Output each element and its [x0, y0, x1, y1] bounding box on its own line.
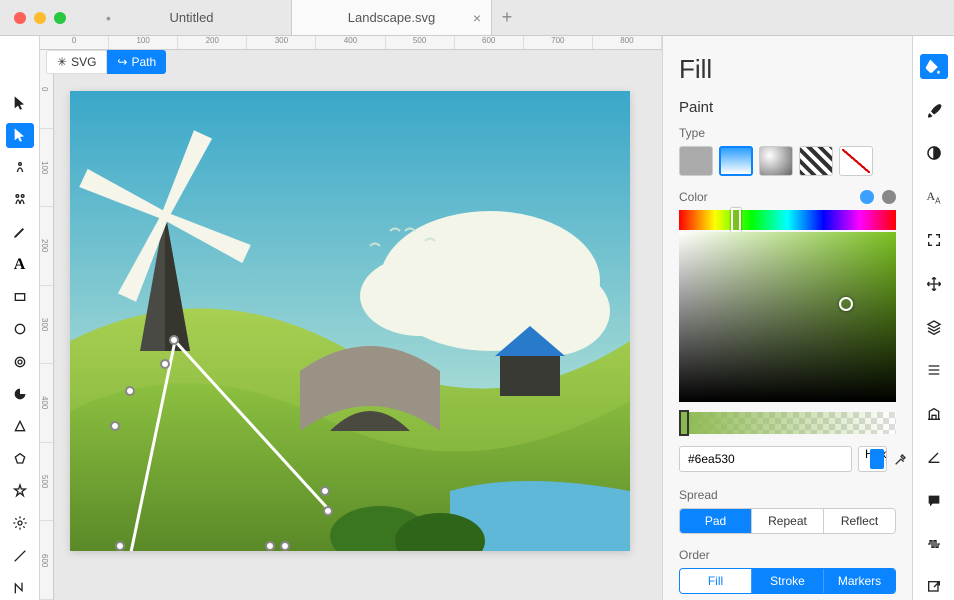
gear-tool[interactable]	[6, 511, 34, 535]
path-handle[interactable]	[169, 335, 179, 345]
tab-landscape[interactable]: Landscape.svg ×	[292, 0, 492, 35]
fill-type-flat[interactable]	[679, 146, 713, 176]
node-tool[interactable]	[6, 188, 34, 212]
panel-section: Paint	[679, 99, 896, 116]
pen-tool[interactable]	[6, 156, 34, 180]
titlebar: • Untitled Landscape.svg × +	[0, 0, 954, 36]
order-fill[interactable]: Fill	[680, 569, 752, 593]
alpha-cursor[interactable]	[679, 410, 689, 436]
fill-type-linear[interactable]	[719, 146, 753, 176]
fill-type-none[interactable]	[839, 146, 873, 176]
fill-panel: Fill Paint Type Color Hex	[662, 36, 912, 600]
sv-cursor[interactable]	[839, 297, 853, 311]
path-handle[interactable]	[280, 541, 290, 551]
path-handle[interactable]	[320, 486, 330, 496]
vertical-ruler: 0100200300400500600	[40, 50, 54, 600]
document-tabs: • Untitled Landscape.svg × +	[92, 0, 522, 35]
spread-label: Spread	[679, 488, 896, 502]
canvas-area[interactable]: 0100200300400500600700800 01002003004005…	[40, 36, 662, 600]
spread-segmented: Pad Repeat Reflect	[679, 508, 896, 534]
order-stroke[interactable]: Stroke	[752, 569, 824, 593]
landscape-artwork	[70, 91, 630, 551]
maximize-window-icon[interactable]	[54, 12, 66, 24]
fill-type-radial[interactable]	[759, 146, 793, 176]
path-tool[interactable]	[6, 576, 34, 600]
ring-tool[interactable]	[6, 350, 34, 374]
minimize-window-icon[interactable]	[34, 12, 46, 24]
close-window-icon[interactable]	[14, 12, 26, 24]
pie-tool[interactable]	[6, 382, 34, 406]
window-controls	[0, 12, 80, 24]
path-handle[interactable]	[125, 386, 135, 396]
library-icon[interactable]	[920, 401, 948, 426]
breadcrumb: ✳SVG ↪Path	[46, 50, 166, 74]
pencil-tool[interactable]	[6, 220, 34, 244]
right-toolbar: AA	[912, 36, 954, 600]
export-icon[interactable]	[920, 575, 948, 600]
crumb-svg[interactable]: ✳SVG	[46, 50, 107, 74]
wave-icon[interactable]	[920, 531, 948, 556]
hex-input[interactable]	[679, 446, 852, 472]
path-handle[interactable]	[110, 421, 120, 431]
eyedropper-icon[interactable]	[893, 446, 909, 472]
path-handle[interactable]	[160, 359, 170, 369]
color-label: Color	[679, 190, 708, 204]
typography-icon[interactable]: AA	[920, 184, 948, 209]
asterisk-icon: ✳	[57, 55, 67, 69]
angle-icon[interactable]	[920, 445, 948, 470]
gradient-stops	[860, 190, 896, 204]
unsaved-dot-icon: •	[106, 10, 111, 26]
horizontal-ruler: 0100200300400500600700800	[40, 36, 662, 50]
spread-pad[interactable]: Pad	[680, 509, 752, 533]
move-icon[interactable]	[920, 271, 948, 296]
hue-slider[interactable]	[679, 210, 896, 230]
path-handle[interactable]	[323, 506, 333, 516]
spread-reflect[interactable]: Reflect	[824, 509, 895, 533]
panel-title: Fill	[679, 54, 896, 85]
tab-label: Landscape.svg	[348, 10, 435, 25]
fullscreen-icon[interactable]	[920, 228, 948, 253]
gradient-stop-a[interactable]	[860, 190, 874, 204]
star-tool[interactable]	[6, 479, 34, 503]
circle-tool[interactable]	[6, 317, 34, 341]
type-label: Type	[679, 126, 896, 140]
order-label: Order	[679, 548, 896, 562]
triangle-tool[interactable]	[6, 414, 34, 438]
fill-panel-icon[interactable]	[920, 54, 948, 79]
rectangle-tool[interactable]	[6, 285, 34, 309]
line-tool[interactable]	[6, 543, 34, 567]
gradient-stop-b[interactable]	[882, 190, 896, 204]
list-icon[interactable]	[920, 358, 948, 383]
hue-cursor[interactable]	[731, 208, 741, 232]
color-format-select[interactable]: Hex	[858, 446, 887, 472]
tab-untitled[interactable]: • Untitled	[92, 0, 292, 35]
left-toolbar: A	[0, 36, 40, 600]
path-handle[interactable]	[115, 541, 125, 551]
saturation-value-picker[interactable]	[679, 232, 896, 402]
path-handle[interactable]	[265, 541, 275, 551]
crumb-path[interactable]: ↪Path	[107, 50, 166, 74]
layers-icon[interactable]	[920, 314, 948, 339]
fill-type-pattern[interactable]	[799, 146, 833, 176]
artboard[interactable]	[70, 91, 630, 551]
brush-icon[interactable]	[920, 97, 948, 122]
order-markers[interactable]: Markers	[824, 569, 895, 593]
text-tool[interactable]: A	[6, 253, 34, 277]
new-tab-button[interactable]: +	[492, 0, 522, 35]
tab-label: Untitled	[169, 10, 213, 25]
order-segmented: Fill Stroke Markers	[679, 568, 896, 594]
spread-repeat[interactable]: Repeat	[752, 509, 824, 533]
fill-type-row	[679, 146, 896, 176]
alpha-slider[interactable]	[679, 412, 896, 434]
path-icon: ↪	[117, 55, 127, 69]
comment-icon[interactable]	[920, 488, 948, 513]
direct-select-tool[interactable]	[6, 123, 34, 147]
close-tab-icon[interactable]: ×	[473, 10, 481, 26]
contrast-icon[interactable]	[920, 141, 948, 166]
polygon-tool[interactable]	[6, 446, 34, 470]
cursor-tool[interactable]	[6, 91, 34, 115]
